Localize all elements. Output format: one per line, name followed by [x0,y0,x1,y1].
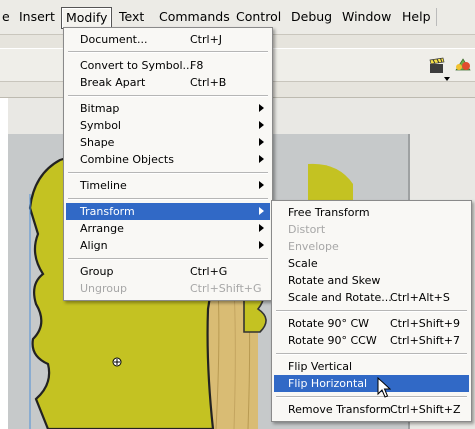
menu-item-rotate-90-cw[interactable]: Rotate 90° CW Ctrl+Shift+9 [274,315,469,332]
menu-item-remove-transform[interactable]: Remove Transform Ctrl+Shift+Z [274,401,469,418]
menu-text[interactable]: Text [115,7,148,27]
menu-item-scale-and-rotate[interactable]: Scale and Rotate... Ctrl+Alt+S [274,289,469,306]
menu-item-distort[interactable]: Distort [274,221,469,238]
stage-edge [0,98,8,429]
menu-separator [68,95,268,97]
modify-menu: Document... Ctrl+J Convert to Symbol... … [63,27,273,301]
menu-item-align[interactable]: Align [66,237,270,254]
menu-control[interactable]: Control [232,7,285,27]
menu-item-document[interactable]: Document... Ctrl+J [66,31,270,48]
menu-commands[interactable]: Commands [155,7,234,27]
menu-separator [68,51,268,53]
menu-separator [276,353,467,355]
menu-modify[interactable]: Modify [61,7,113,29]
menu-separator [68,258,268,260]
submenu-arrow-icon [259,241,264,249]
submenu-arrow-icon [259,181,264,189]
menu-item-flip-horizontal[interactable]: Flip Horizontal [274,375,469,392]
submenu-arrow-icon [259,121,264,129]
submenu-arrow-icon [259,155,264,163]
menu-item-flip-vertical[interactable]: Flip Vertical [274,358,469,375]
submenu-arrow-icon [259,138,264,146]
menu-debug[interactable]: Debug [287,7,336,27]
menu-item-shape[interactable]: Shape [66,134,270,151]
menu-separator [276,396,467,398]
color-wheel-icon[interactable] [453,57,475,77]
menu-edit[interactable]: e [0,7,14,27]
submenu-arrow-icon [259,224,264,232]
menu-item-combine-objects[interactable]: Combine Objects [66,151,270,168]
menubar-divider [436,8,437,26]
menu-item-timeline[interactable]: Timeline [66,177,270,194]
menu-item-rotate-90-ccw[interactable]: Rotate 90° CCW Ctrl+Shift+7 [274,332,469,349]
menu-item-transform[interactable]: Transform [66,203,270,220]
menu-item-envelope[interactable]: Envelope [274,238,469,255]
menu-item-symbol[interactable]: Symbol [66,117,270,134]
arrow-cursor-icon [377,376,392,402]
menu-item-scale[interactable]: Scale [274,255,469,272]
menu-item-group[interactable]: Group Ctrl+G [66,263,270,280]
menu-item-arrange[interactable]: Arrange [66,220,270,237]
menu-item-break-apart[interactable]: Break Apart Ctrl+B [66,74,270,91]
menu-separator [276,310,467,312]
menu-separator [68,198,268,200]
menu-insert[interactable]: Insert [15,7,59,27]
chevron-down-icon[interactable] [444,71,450,84]
menu-item-bitmap[interactable]: Bitmap [66,100,270,117]
menu-item-convert-to-symbol[interactable]: Convert to Symbol... F8 [66,57,270,74]
menu-separator [68,172,268,174]
submenu-arrow-icon [259,207,264,215]
menu-item-rotate-and-skew[interactable]: Rotate and Skew [274,272,469,289]
submenu-arrow-icon [259,104,264,112]
menu-window[interactable]: Window [338,7,395,27]
menu-item-free-transform[interactable]: Free Transform [274,204,469,221]
menu-item-ungroup[interactable]: Ungroup Ctrl+Shift+G [66,280,270,297]
transform-submenu: Free Transform Distort Envelope Scale Ro… [271,200,472,422]
menu-help[interactable]: Help [398,7,435,27]
